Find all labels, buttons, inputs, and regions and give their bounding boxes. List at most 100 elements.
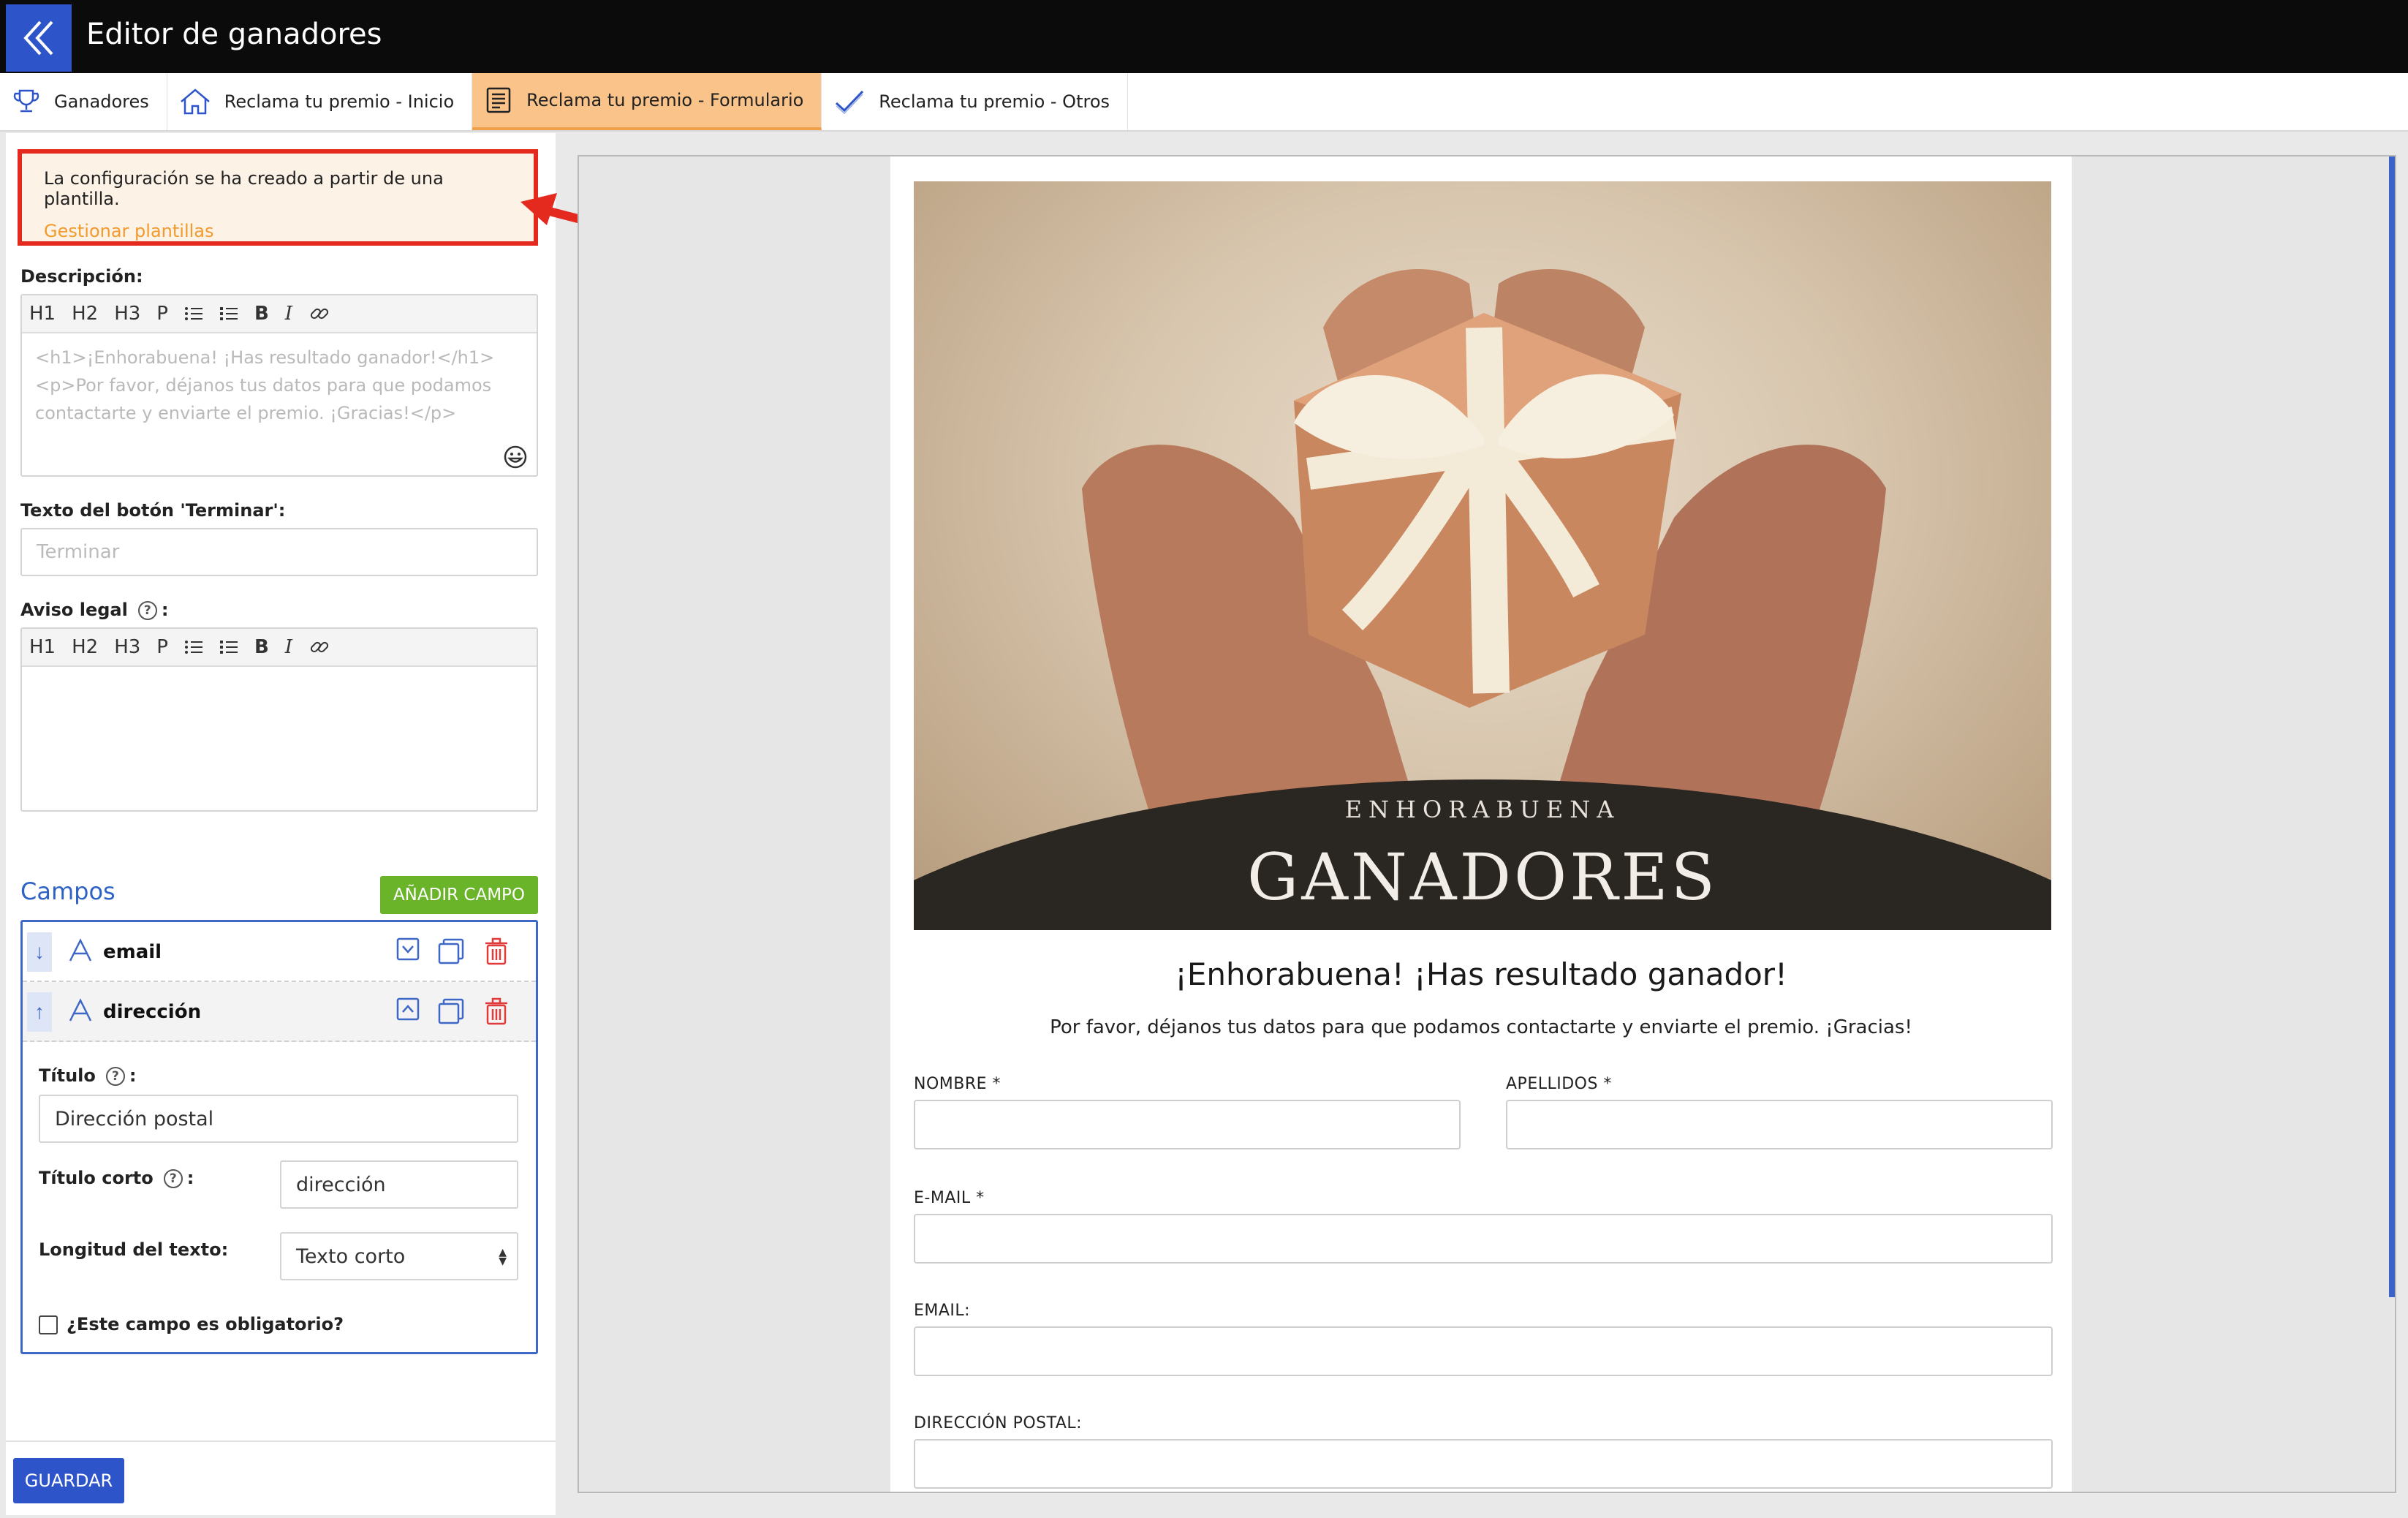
notice-message: La configuración se ha creado a partir d… (44, 168, 444, 209)
back-button[interactable] (6, 4, 72, 72)
help-icon[interactable]: ? (105, 1067, 125, 1086)
longitud-select[interactable]: Texto corto ▲ ▼ (280, 1232, 518, 1280)
expand-icon[interactable] (395, 937, 420, 962)
longitud-value: Texto corto (296, 1245, 406, 1268)
titulo-text: Título (39, 1065, 96, 1086)
form-icon (486, 87, 511, 113)
email-required-label: E-MAIL * (914, 1189, 985, 1207)
aviso-legal-editor[interactable]: H1 H2 H3 P B I (20, 627, 538, 812)
text-field-icon (69, 938, 92, 962)
select-arrows-icon: ▲ ▼ (499, 1247, 507, 1267)
move-down-icon[interactable]: ↓ (27, 932, 52, 972)
field-row-email[interactable]: ↓ email (23, 922, 536, 982)
duplicate-icon[interactable] (436, 937, 466, 966)
hero-eyebrow: ENHORABUENA (1344, 796, 1621, 823)
p-button[interactable]: P (156, 636, 168, 658)
text-field-icon (69, 998, 92, 1022)
link-icon[interactable] (308, 303, 330, 325)
aviso-legal-colon: : (161, 600, 169, 620)
aviso-legal-text: Aviso legal (20, 600, 128, 620)
italic-icon[interactable]: I (285, 636, 292, 658)
numbered-list-icon[interactable] (219, 638, 238, 656)
email-input[interactable] (914, 1326, 2053, 1376)
help-icon[interactable]: ? (163, 1169, 183, 1188)
bold-icon[interactable]: B (254, 303, 269, 325)
divider (6, 1440, 556, 1442)
terminar-input[interactable]: Terminar (20, 528, 538, 576)
h2-button[interactable]: H2 (72, 303, 98, 325)
h3-button[interactable]: H3 (114, 303, 140, 325)
hero-title: GANADORES (1247, 839, 1718, 915)
h2-button[interactable]: H2 (72, 636, 98, 658)
colon: : (129, 1065, 137, 1086)
tab-label: Ganadores (54, 91, 149, 112)
italic-icon[interactable]: I (285, 303, 292, 325)
numbered-list-icon[interactable] (219, 305, 238, 322)
bullet-list-icon[interactable] (184, 638, 203, 656)
descripcion-content[interactable]: <h1>¡Enhorabuena! ¡Has resultado ganador… (22, 333, 537, 475)
p-button[interactable]: P (156, 303, 168, 325)
apellidos-label: APELLIDOS * (1506, 1075, 1612, 1093)
h1-button[interactable]: H1 (29, 636, 56, 658)
collapse-icon[interactable] (395, 997, 420, 1022)
tab-label: Reclama tu premio - Formulario (526, 90, 804, 110)
editor-toolbar: H1 H2 H3 P B I (22, 629, 537, 667)
required-checkbox[interactable] (39, 1315, 58, 1334)
field-name: email (103, 941, 162, 963)
bold-icon[interactable]: B (254, 636, 269, 658)
titulo-label: Título?: (39, 1065, 136, 1086)
tab-reclama-formulario[interactable]: Reclama tu premio - Formulario (472, 73, 822, 130)
move-up-icon[interactable]: ↑ (27, 992, 52, 1032)
link-icon[interactable] (308, 636, 330, 658)
titulo-corto-label: Título corto?: (39, 1168, 194, 1188)
duplicate-icon[interactable] (436, 997, 466, 1026)
h3-button[interactable]: H3 (114, 636, 140, 658)
aviso-legal-content[interactable] (22, 667, 537, 810)
home-icon (180, 88, 210, 115)
fields-list: ↓ email ↑ dirección Título ?: Dirección… (20, 920, 538, 1354)
field-row-direccion[interactable]: ↑ dirección (23, 982, 536, 1042)
top-bar: Editor de ganadores (0, 0, 2408, 73)
titulo-corto-input[interactable]: dirección (280, 1160, 518, 1209)
help-icon[interactable]: ? (137, 601, 157, 620)
preview-page: ENHORABUENA GANADORES ¡Enhorabuena! ¡Has… (890, 156, 2072, 1492)
preview-heading: ¡Enhorabuena! ¡Has resultado ganador! (1175, 956, 1787, 992)
add-field-button[interactable]: AÑADIR CAMPO (380, 876, 538, 914)
field-name: dirección (103, 1001, 202, 1023)
form-preview: ENHORABUENA GANADORES ¡Enhorabuena! ¡Has… (578, 155, 2396, 1493)
preview-subheading: Por favor, déjanos tus datos para que po… (1050, 1016, 1912, 1038)
titulo-input[interactable]: Dirección postal (39, 1095, 518, 1143)
tab-reclama-otros[interactable]: Reclama tu premio - Otros (822, 73, 1129, 130)
check-icon (836, 90, 864, 115)
scrollbar[interactable] (2389, 156, 2395, 1297)
aviso-legal-label: Aviso legal?: (20, 600, 168, 620)
double-chevron-left-icon (23, 20, 53, 56)
email-required-input[interactable] (914, 1214, 2053, 1264)
content-line: <p>Por favor, déjanos tus datos para que… (35, 375, 492, 396)
save-button[interactable]: GUARDAR (13, 1458, 124, 1503)
tab-label: Reclama tu premio - Otros (879, 91, 1110, 112)
direccion-label: DIRECCIÓN POSTAL: (914, 1414, 1083, 1432)
descripcion-editor[interactable]: H1 H2 H3 P B I <h1>¡Enhorabuena! ¡Has re… (20, 294, 538, 477)
tab-bar: Ganadores Reclama tu premio - Inicio Rec… (0, 73, 2408, 132)
direccion-input[interactable] (914, 1439, 2053, 1489)
tab-reclama-inicio[interactable]: Reclama tu premio - Inicio (167, 73, 473, 130)
bullet-list-icon[interactable] (184, 305, 203, 322)
nombre-input[interactable] (914, 1100, 1461, 1149)
email-label: EMAIL: (914, 1302, 971, 1320)
template-notice: La configuración se ha creado a partir d… (18, 149, 538, 246)
content-line: <h1>¡Enhorabuena! ¡Has resultado ganador… (35, 347, 495, 368)
trash-icon[interactable] (482, 997, 511, 1026)
apellidos-input[interactable] (1506, 1100, 2053, 1149)
manage-templates-link[interactable]: Gestionar plantillas (44, 221, 512, 241)
settings-panel: La configuración se ha creado a partir d… (6, 133, 556, 1515)
h1-button[interactable]: H1 (29, 303, 56, 325)
trash-icon[interactable] (482, 937, 511, 966)
editor-toolbar: H1 H2 H3 P B I (22, 295, 537, 333)
campos-title: Campos (20, 877, 116, 905)
emoji-icon[interactable] (503, 445, 528, 469)
tab-label: Reclama tu premio - Inicio (224, 91, 455, 112)
nombre-label: NOMBRE * (914, 1075, 1002, 1093)
app-title: Editor de ganadores (86, 18, 382, 51)
tab-ganadores[interactable]: Ganadores (0, 73, 167, 130)
